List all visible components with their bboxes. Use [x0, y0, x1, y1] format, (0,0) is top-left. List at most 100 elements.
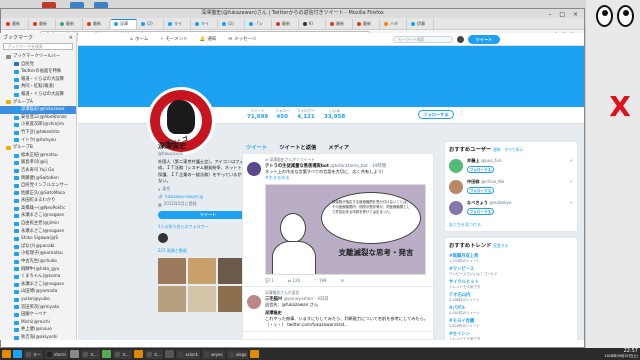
suggested-user[interactable]: 井藤上 @pos_fun フォローする ×: [445, 156, 577, 177]
bookmark-item[interactable]: 齊藤健(@SaitoKen: [0, 175, 76, 183]
taskbar-item[interactable]: xeyes: [201, 349, 225, 359]
photo-thumb[interactable]: [158, 286, 186, 313]
nav-home[interactable]: ⌂ ホーム: [130, 36, 148, 43]
taskbar-launcher-icon[interactable]: [2, 350, 11, 358]
browser-tab[interactable]: 深澤: [111, 18, 137, 29]
tweet-image[interactable]: 仮保険が指定する医療機関を受け付けないことは、その医療機関内、他院の受診等が、同…: [265, 183, 426, 275]
bookmark-item[interactable]: Shiko Sigawa(@S: [0, 235, 76, 243]
tweet-hashtag[interactable]: #生きる作法: [265, 175, 289, 180]
bookmark-item[interactable]: 吉永寿司 Yuji Go: [0, 167, 76, 175]
account-avatar[interactable]: [457, 36, 464, 43]
trend-item[interactable]: サイクルヒット トレンドで人気です: [445, 278, 577, 291]
browser-tab[interactable]: 最新: [327, 18, 353, 29]
suggested-user[interactable]: 中田修 @chiso_Kei フォローする ×: [445, 177, 577, 198]
bookmark-item[interactable]: 小泉進次郎(@shinjiro: [0, 121, 76, 129]
dismiss-icon[interactable]: ×: [570, 179, 573, 184]
browser-tab[interactable]: 最新: [354, 18, 380, 29]
follower-avatar[interactable]: [158, 233, 168, 244]
tab-tweets-replies[interactable]: ツイートと返信: [279, 143, 316, 151]
bookmark-item[interactable]: 井上健(@inoue: [0, 326, 76, 334]
bookmark-item[interactable]: 安倍晋三(@AbeShinzo: [0, 114, 76, 122]
browser-tab[interactable]: 「シ: [246, 18, 272, 29]
taskbar-item[interactable]: xlogo: [226, 349, 249, 359]
quoted-author-name[interactable]: 深澤猫史: [265, 310, 282, 315]
bookmark-item[interactable]: グループB: [0, 144, 76, 152]
bookmark-item[interactable]: 竹下亘(@takeshita: [0, 129, 76, 137]
bookmark-item[interactable]: yuiko(@yuiko: [0, 296, 76, 304]
browser-tab[interactable]: マイ: [165, 18, 191, 29]
suggested-user-name[interactable]: なべきょう @nabekyo: [467, 200, 573, 206]
nav-moments[interactable]: ⚡ モーメント: [160, 36, 188, 43]
stat-following[interactable]: フォロー 450: [275, 109, 289, 120]
suggested-user-name[interactable]: 井藤上 @pos_fun: [467, 158, 573, 164]
tab-media[interactable]: メディア: [328, 143, 349, 151]
clock[interactable]: 22:57 2018年09月15日(土): [605, 348, 638, 359]
bookmark-item[interactable]: 中古先生(@chuko: [0, 258, 76, 266]
follow-user-button[interactable]: フォローする: [467, 208, 494, 215]
browser-tab[interactable]: 最新: [84, 18, 110, 29]
twitter-search-input[interactable]: キーワード検索: [393, 36, 453, 43]
bookmark-item[interactable]: 秋吉海(@akiyoshi: [0, 334, 76, 340]
taskbar-item[interactable]: ター: [24, 349, 43, 359]
follow-button[interactable]: フォローする: [418, 110, 454, 119]
bookmark-item[interactable]: 永田町まるわかり: [0, 197, 76, 205]
bookmark-item[interactable]: くまちゃん(@kuma: [0, 273, 76, 281]
bookmark-item[interactable]: 山田博(@yamada: [0, 288, 76, 296]
stat-followers[interactable]: フォロワー 4,121: [297, 109, 315, 120]
taskbar-item[interactable]: ス...: [80, 349, 100, 359]
browser-tab[interactable]: マイ: [192, 18, 218, 29]
trend-item[interactable]: #無職月収上昇 1,234件のツイート: [445, 252, 577, 265]
trends-change-link[interactable]: 変更する: [493, 243, 508, 248]
bookmark-item[interactable]: 田園ケーべナ: [0, 311, 76, 319]
suggested-user-name[interactable]: 中田修 @chiso_Kei: [467, 179, 573, 185]
nav-notifications[interactable]: 🔔 通知: [200, 36, 217, 43]
browser-tab[interactable]: 最新: [273, 18, 299, 29]
bookmark-item[interactable]: ブックマークツールバー: [0, 53, 76, 61]
taskbar-item[interactable]: xterm: [45, 349, 68, 359]
bookmark-item[interactable]: 宮田英次(@miyata: [0, 304, 76, 312]
bookmark-item[interactable]: 自由民主党(@jimin: [0, 220, 76, 228]
follow-user-button[interactable]: フォローする: [467, 166, 494, 173]
bookmark-item[interactable]: 永瀬まさこ(@nagase: [0, 212, 76, 220]
tweet[interactable]: 深澤猫史さんが返信 三毛猫Ｍ @yoneyamen · 4日前 返信先：@fuk…: [243, 287, 433, 332]
suggested-user[interactable]: なべきょう @nabekyo フォローする ×: [445, 198, 577, 219]
tweet-avatar[interactable]: [247, 294, 261, 309]
dismiss-icon[interactable]: ×: [570, 200, 573, 205]
bookmark-item[interactable]: 永瀬まさこ(@nagase: [0, 228, 76, 236]
taskbar-item[interactable]: ス...: [144, 349, 164, 359]
taskbar-launcher-icon[interactable]: [69, 350, 79, 358]
bookmark-item[interactable]: Twitterの画面を特殊: [0, 68, 76, 76]
like-button[interactable]: ♡ 199: [314, 278, 327, 283]
taskbar-launcher-icon[interactable]: [101, 350, 111, 358]
tab-tweets[interactable]: ツイート: [246, 143, 267, 151]
stat-likes[interactable]: いいね 33,958: [324, 109, 345, 120]
reply-button[interactable]: 💬 1: [265, 278, 274, 283]
stat-tweets[interactable]: ツイート 71,699: [247, 109, 268, 120]
tweet-author[interactable]: 三毛猫Ｍ: [265, 297, 282, 302]
suggested-user-avatar[interactable]: [449, 159, 463, 173]
photo-thumb[interactable]: [188, 258, 216, 285]
tweet-avatar[interactable]: [247, 162, 261, 176]
taskbar-item[interactable]: xclock: [176, 349, 200, 359]
bookmark-item[interactable]: 高橋雄一(@NeoPolitic: [0, 205, 76, 213]
find-friends-link[interactable]: 友だちを見つける: [445, 219, 577, 231]
bookmark-item[interactable]: 共同・紅鮭(報道): [0, 83, 76, 91]
browser-tab[interactable]: (2): [219, 18, 245, 29]
suggested-user-avatar[interactable]: [449, 180, 463, 194]
dm-icon[interactable]: ✉: [341, 278, 344, 283]
photo-thumb[interactable]: [188, 286, 216, 313]
taskbar-launcher-icon[interactable]: [133, 350, 143, 358]
bookmark-item[interactable]: 報道・ぐらばの大誤算: [0, 76, 76, 84]
dismiss-icon[interactable]: ×: [570, 158, 573, 163]
browser-tab[interactable]: 最新: [30, 18, 56, 29]
taskbar-launcher-icon[interactable]: [165, 350, 175, 358]
bookmark-item[interactable]: 飛騨牛(@hida_gyu: [0, 266, 76, 274]
browser-tab[interactable]: 最新: [57, 18, 83, 29]
bookmark-item[interactable]: 深澤猫史(@fukazawa: [0, 106, 76, 114]
trend-item[interactable]: #セイシン トレンドで人気です: [445, 330, 577, 340]
bookmark-item[interactable]: 佐藤正久(@SatoMasa: [0, 190, 76, 198]
bookmark-item[interactable]: Michi(@michi: [0, 319, 76, 327]
photo-thumb[interactable]: [158, 258, 186, 285]
tweet[interactable]: ⇄ 深澤猫史さんがリツイート テトラの生徒減量な黒夜場実bot @tetorat…: [243, 154, 433, 287]
bookmark-item[interactable]: 飯島孝司(@iij: [0, 159, 76, 167]
